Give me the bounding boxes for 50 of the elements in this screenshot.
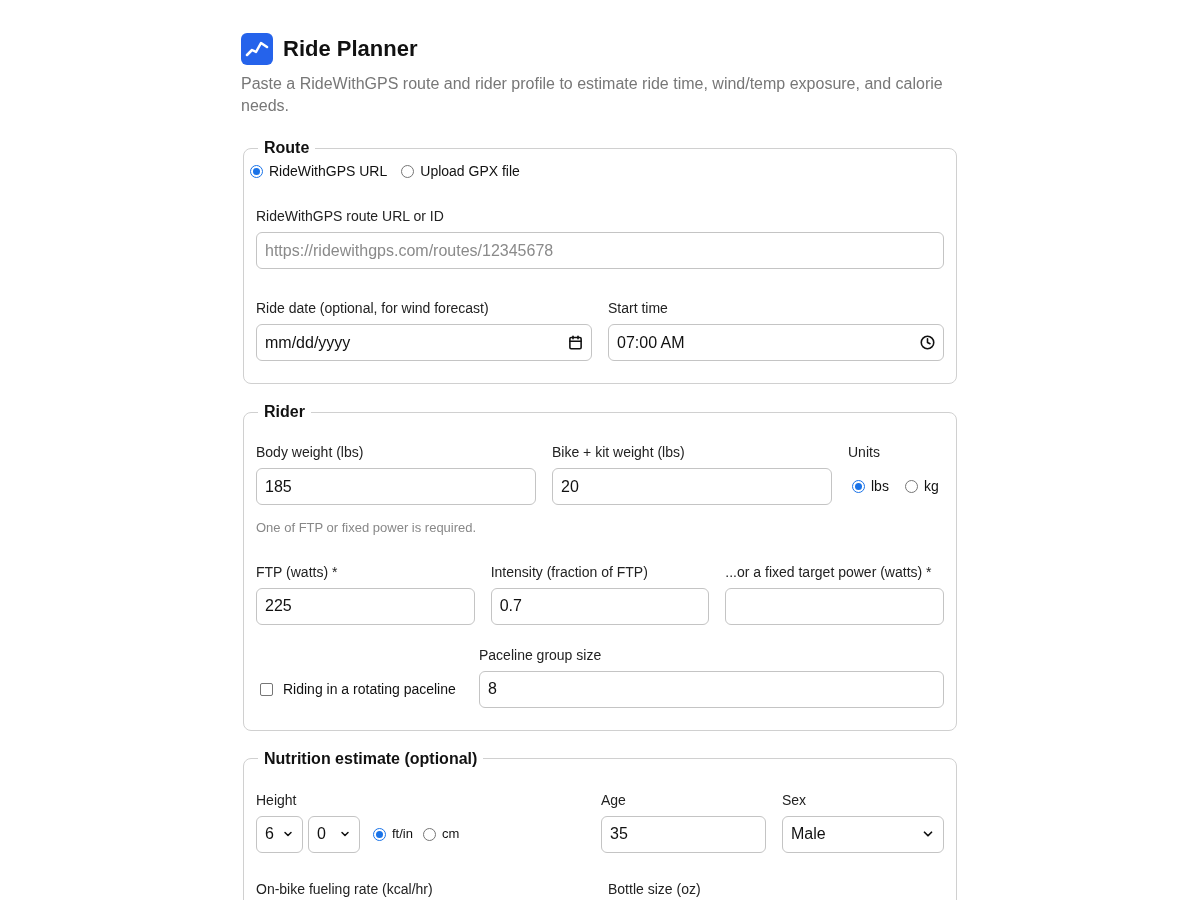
radio-button[interactable] [422, 827, 436, 841]
radio-label: RideWithGPS URL [269, 162, 388, 181]
field-label: Start time [608, 299, 669, 318]
sex-select[interactable]: Male [782, 815, 944, 853]
radio-button[interactable] [250, 165, 263, 178]
field-label: Units [848, 443, 881, 462]
hint-text: One of FTP or fixed power is required. [256, 519, 478, 537]
calendar-icon [568, 335, 583, 350]
radio-button[interactable] [904, 480, 918, 493]
radio-label: lbs [871, 477, 889, 496]
radio-label: cm [441, 825, 460, 844]
section-title: Nutrition estimate (optional) [263, 748, 479, 769]
field-label: Intensity (fraction of FTP) [490, 562, 649, 582]
field-label: Age [601, 790, 627, 810]
input-field[interactable]: 35 [601, 815, 766, 853]
input-field[interactable]: 8 [479, 670, 944, 708]
input-field[interactable]: 225 [256, 587, 475, 625]
field-label: On-bike fueling rate (kcal/hr) [256, 879, 434, 899]
field-label: Height [256, 790, 298, 810]
radio-label: ft/in [392, 825, 413, 844]
field-label: Bottle size (oz) [608, 879, 702, 899]
time-field[interactable]: 07:00 AM [608, 324, 944, 361]
checkbox[interactable] [260, 682, 273, 696]
radio-button[interactable] [401, 165, 415, 178]
radio-button[interactable] [373, 827, 386, 841]
feet-select[interactable]: 6 [256, 815, 303, 853]
field-label: Ride date (optional, for wind forecast) [256, 299, 490, 318]
field-label: Sex [782, 790, 808, 810]
radio-label: Upload GPX file [420, 162, 520, 181]
inches-select[interactable]: 0 [308, 815, 360, 853]
field-label: RideWithGPS route URL or ID [256, 207, 445, 226]
page-title: Ride Planner [283, 35, 418, 63]
input-field[interactable] [725, 587, 944, 625]
input-field[interactable]: 185 [256, 468, 536, 505]
clock-icon [920, 335, 935, 350]
section-title: Rider [263, 402, 306, 422]
field-label: ...or a fixed target power (watts) * [725, 562, 933, 582]
page-description: Paste a RideWithGPS route and rider profile to estimate ride time, wind/temp exposure, and calorie needs. [241, 74, 944, 116]
input-field[interactable]: 0.7 [490, 587, 710, 625]
radio-label: kg [923, 477, 939, 496]
field-label: FTP (watts) * [256, 562, 339, 582]
input-field[interactable]: 20 [552, 468, 832, 505]
section-title: Route [263, 138, 311, 158]
field-label: Paceline group size [479, 645, 603, 665]
date-field[interactable]: mm/dd/yyyy [256, 324, 592, 361]
checkbox-label: Riding in a rotating paceline [283, 679, 456, 699]
field-label: Bike + kit weight (lbs) [552, 443, 686, 462]
radio-button[interactable] [852, 480, 865, 493]
input-field[interactable]: https://ridewithgps.com/routes/12345678 [256, 232, 944, 269]
field-label: Body weight (lbs) [256, 443, 365, 462]
